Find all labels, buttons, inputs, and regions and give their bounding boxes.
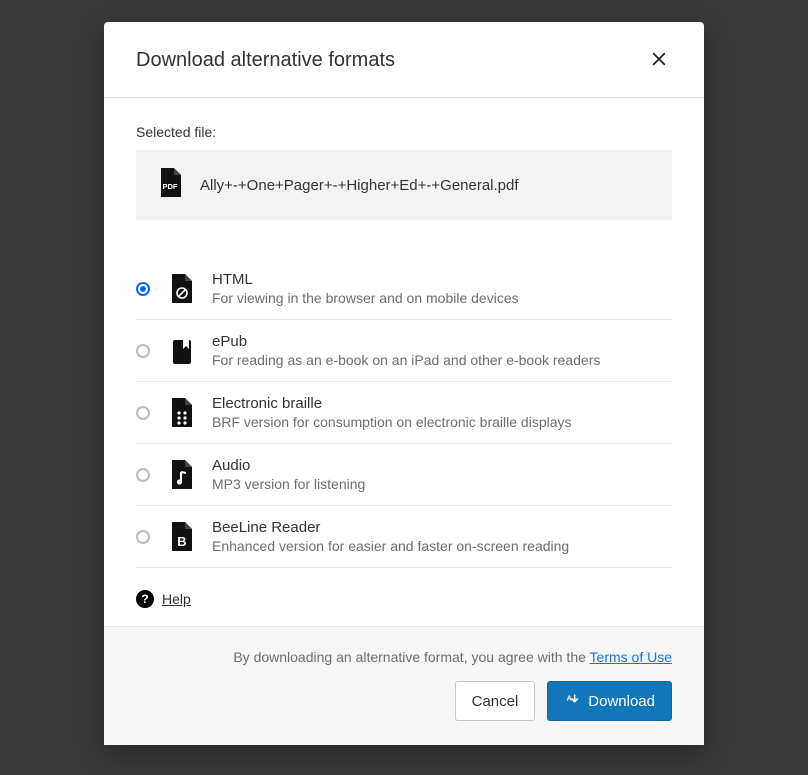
download-formats-modal: Download alternative formats Selected fi… xyxy=(104,22,704,745)
beeline-file-icon: B xyxy=(168,522,194,552)
format-title: Electronic braille xyxy=(212,395,572,412)
format-desc: For reading as an e-book on an iPad and … xyxy=(212,352,600,368)
format-desc: MP3 version for listening xyxy=(212,476,365,492)
svg-text:B: B xyxy=(177,534,186,549)
format-desc: Enhanced version for easier and faster o… xyxy=(212,538,569,554)
format-option-html[interactable]: HTML For viewing in the browser and on m… xyxy=(136,258,672,320)
disclaimer-prefix: By downloading an alternative format, yo… xyxy=(233,649,589,665)
help-row: ? Help xyxy=(136,568,672,608)
disclaimer-text: By downloading an alternative format, yo… xyxy=(136,649,672,665)
close-button[interactable] xyxy=(646,46,672,75)
format-options-list: HTML For viewing in the browser and on m… xyxy=(136,258,672,568)
pdf-file-icon: PDF xyxy=(158,168,182,202)
format-desc: BRF version for consumption on electroni… xyxy=(212,414,572,430)
selected-file-label: Selected file: xyxy=(136,124,672,140)
svg-text:PDF: PDF xyxy=(163,182,178,191)
modal-body: Selected file: PDF Ally+-+One+Pager+-+Hi… xyxy=(104,98,704,626)
download-button[interactable]: A Download xyxy=(547,681,672,721)
format-option-epub[interactable]: ePub For reading as an e-book on an iPad… xyxy=(136,320,672,382)
radio-html[interactable] xyxy=(136,282,150,296)
audio-file-icon xyxy=(168,460,194,490)
format-title: Audio xyxy=(212,457,365,474)
help-icon: ? xyxy=(136,590,154,608)
format-title: HTML xyxy=(212,271,519,288)
radio-beeline[interactable] xyxy=(136,530,150,544)
format-option-audio[interactable]: Audio MP3 version for listening xyxy=(136,444,672,506)
terms-link[interactable]: Terms of Use xyxy=(590,649,672,665)
close-icon xyxy=(650,50,668,71)
format-title: ePub xyxy=(212,333,600,350)
selected-file-name: Ally+-+One+Pager+-+Higher+Ed+-+General.p… xyxy=(200,177,519,194)
format-desc: For viewing in the browser and on mobile… xyxy=(212,290,519,306)
selected-file-box: PDF Ally+-+One+Pager+-+Higher+Ed+-+Gener… xyxy=(136,150,672,220)
format-option-beeline[interactable]: B BeeLine Reader Enhanced version for ea… xyxy=(136,506,672,568)
button-row: Cancel A Download xyxy=(136,681,672,721)
modal-title: Download alternative formats xyxy=(136,49,395,72)
download-icon: A xyxy=(564,691,580,711)
html-file-icon xyxy=(168,274,194,304)
cancel-button[interactable]: Cancel xyxy=(455,681,536,721)
radio-audio[interactable] xyxy=(136,468,150,482)
radio-braille[interactable] xyxy=(136,406,150,420)
format-option-braille[interactable]: Electronic braille BRF version for consu… xyxy=(136,382,672,444)
book-icon xyxy=(168,336,194,366)
modal-header: Download alternative formats xyxy=(104,22,704,98)
modal-footer: By downloading an alternative format, yo… xyxy=(104,626,704,745)
radio-epub[interactable] xyxy=(136,344,150,358)
download-label: Download xyxy=(588,693,655,710)
svg-text:A: A xyxy=(567,693,573,702)
help-link[interactable]: Help xyxy=(162,591,191,607)
braille-file-icon xyxy=(168,398,194,428)
format-title: BeeLine Reader xyxy=(212,519,569,536)
